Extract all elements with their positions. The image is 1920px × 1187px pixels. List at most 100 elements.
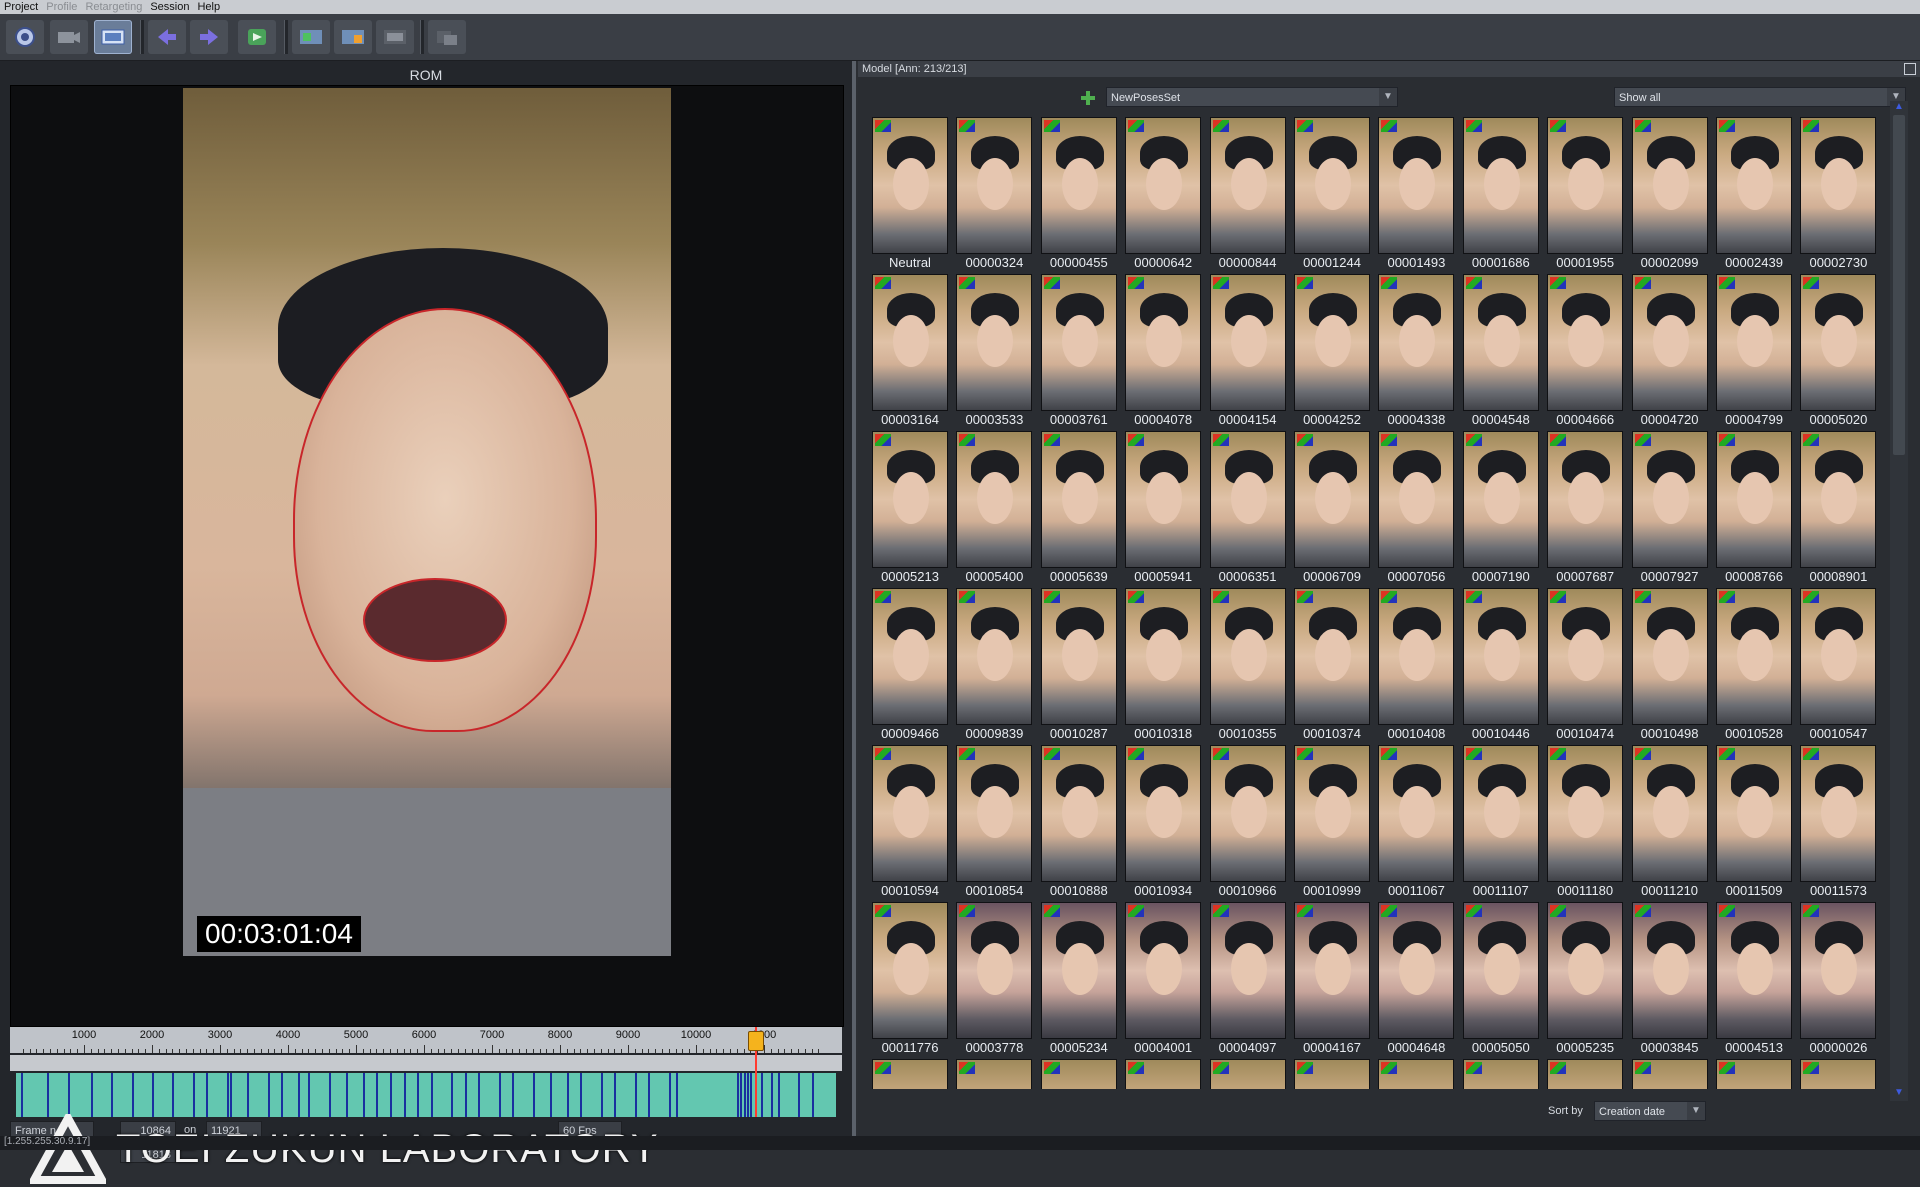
pose-thumbnail[interactable]: 00004513 [1714,902,1794,1056]
menu-retargeting[interactable]: Retargeting [85,1,142,13]
previous-button[interactable] [148,20,186,54]
pose-thumbnail[interactable]: 00010446 [1461,588,1541,742]
keyframe-marker[interactable] [750,1073,753,1117]
pose-thumbnail[interactable]: 00000642 [1123,117,1203,271]
pose-thumbnail[interactable]: 00001244 [1292,117,1372,271]
keyframe-marker[interactable] [675,1073,678,1117]
pose-thumbnail[interactable]: 00004252 [1292,274,1372,428]
keyframe-marker[interactable] [747,1073,749,1117]
pose-thumbnail[interactable]: 00010287 [1039,588,1119,742]
pose-thumbnail[interactable]: 00011573 [1798,745,1878,899]
pose-thumbnail[interactable]: 00004154 [1208,274,1288,428]
keyframe-marker[interactable] [740,1073,743,1117]
pose-thumbnail[interactable] [1039,1059,1119,1089]
keyframe-marker[interactable] [736,1073,739,1117]
pose-thumbnail[interactable]: 00010474 [1545,588,1625,742]
add-pose-set-icon[interactable] [1080,90,1096,106]
camera-button[interactable] [50,20,88,54]
pose-thumbnail[interactable]: 00004648 [1376,902,1456,1056]
scroll-up-icon[interactable]: ▲ [1890,101,1908,115]
actor-button[interactable] [6,20,44,54]
pose-thumbnail[interactable]: 00011509 [1714,745,1794,899]
pose-thumbnail[interactable]: 00010355 [1208,588,1288,742]
menu-session[interactable]: Session [150,1,189,13]
keyframe-marker[interactable] [770,1073,773,1117]
pose-thumbnail[interactable]: 00008901 [1798,431,1878,585]
pose-thumbnail[interactable]: 00000026 [1798,902,1878,1056]
pose-thumbnail[interactable] [1545,1059,1625,1089]
pose-thumbnail[interactable]: 00000324 [954,117,1034,271]
pose-thumbnail[interactable]: 00007927 [1630,431,1710,585]
pose-thumbnail[interactable]: 00010374 [1292,588,1372,742]
pose-thumbnail[interactable]: 00011776 [870,902,950,1056]
pose-thumbnail[interactable]: 00004001 [1123,902,1203,1056]
restore-panel-icon[interactable] [1904,63,1916,75]
scroll-down-icon[interactable]: ▼ [1890,1087,1908,1101]
pose-thumbnail[interactable]: 00010408 [1376,588,1456,742]
pose-thumbnail[interactable]: 00003761 [1039,274,1119,428]
pose-thumbnail[interactable]: 00005639 [1039,431,1119,585]
pose-thumbnail[interactable]: 00005234 [1039,902,1119,1056]
pose-thumbnail[interactable] [1798,1059,1878,1089]
pose-thumbnail[interactable] [1714,1059,1794,1089]
pose-thumbnail[interactable]: 00010934 [1123,745,1203,899]
pose-thumbnail[interactable]: 00005235 [1545,902,1625,1056]
keyframe-marker[interactable] [21,1073,24,1117]
scrollbar-thumb[interactable] [1893,115,1905,455]
pose-thumbnail[interactable]: 00002099 [1630,117,1710,271]
pose-thumbnail[interactable]: 00004666 [1545,274,1625,428]
track-button[interactable] [238,20,276,54]
pose-thumbnail[interactable] [870,1059,950,1089]
menu-profile[interactable]: Profile [46,1,77,13]
pose-thumbnail[interactable]: 00003164 [870,274,950,428]
settings-button[interactable] [428,20,466,54]
pose-thumbnail[interactable] [1461,1059,1541,1089]
sort-dropdown[interactable]: Creation date ▼ [1594,1101,1706,1121]
pose-thumbnail[interactable] [1376,1059,1456,1089]
pose-thumbnail[interactable]: 00004078 [1123,274,1203,428]
pose-thumbnail[interactable]: 00011067 [1376,745,1456,899]
pose-thumbnail[interactable]: 00004548 [1461,274,1541,428]
pose-thumbnail[interactable]: 00007687 [1545,431,1625,585]
keyframe-marker[interactable] [777,1073,780,1117]
pose-thumbnail[interactable]: 00004799 [1714,274,1794,428]
pose-thumbnail[interactable]: 00003845 [1630,902,1710,1056]
pose-thumbnail[interactable]: 00002439 [1714,117,1794,271]
menu-help[interactable]: Help [197,1,220,13]
pose-thumbnail[interactable]: 00004338 [1376,274,1456,428]
pose-thumbnail[interactable]: 00010966 [1208,745,1288,899]
pose-thumbnail[interactable]: 00000844 [1208,117,1288,271]
pose-thumbnail[interactable] [1292,1059,1372,1089]
keyframe-marker[interactable] [798,1073,800,1117]
pose-thumbnail[interactable]: 00010318 [1123,588,1203,742]
menu-project[interactable]: Project [4,1,38,13]
film-button[interactable] [376,20,414,54]
pose-thumbnail[interactable]: 00011107 [1461,745,1541,899]
pose-thumbnail[interactable]: 00001686 [1461,117,1541,271]
pose-thumbnail[interactable]: 00007056 [1376,431,1456,585]
pose-thumbnail[interactable]: 00005941 [1123,431,1203,585]
pose-thumbnail[interactable]: 00004167 [1292,902,1372,1056]
timeline-ruler[interactable]: 1000 2000 3000 4000 5000 6000 7000 8000 9000 1000… [10,1027,842,1053]
pose-thumbnail[interactable]: 00000455 [1039,117,1119,271]
pose-thumbnail[interactable] [954,1059,1034,1089]
pose-thumbnail[interactable]: 00005400 [954,431,1034,585]
next-button[interactable] [190,20,228,54]
pose-thumbnail[interactable] [1630,1059,1710,1089]
video-button[interactable] [94,20,132,54]
thumbnail-scrollbar[interactable]: ▲ ▼ [1890,101,1908,1101]
video-viewer[interactable]: 00:03:01:04 [10,85,844,1027]
pose-thumbnail[interactable]: 00005020 [1798,274,1878,428]
export-button[interactable] [334,20,372,54]
pose-set-dropdown[interactable]: NewPosesSet ▼ [1106,87,1398,107]
filter-dropdown[interactable]: Show all ▼ [1614,87,1906,107]
pose-thumbnail[interactable] [1208,1059,1288,1089]
pose-thumbnail[interactable]: 00009839 [954,588,1034,742]
pose-thumbnail[interactable]: 00010854 [954,745,1034,899]
keyframe-marker[interactable] [811,1073,814,1117]
pose-thumbnail[interactable]: 00010888 [1039,745,1119,899]
pose-thumbnail[interactable]: 00003533 [954,274,1034,428]
pose-thumbnail[interactable]: 00009466 [870,588,950,742]
pose-thumbnail[interactable]: 00010498 [1630,588,1710,742]
keyframe-marker[interactable] [668,1073,671,1117]
